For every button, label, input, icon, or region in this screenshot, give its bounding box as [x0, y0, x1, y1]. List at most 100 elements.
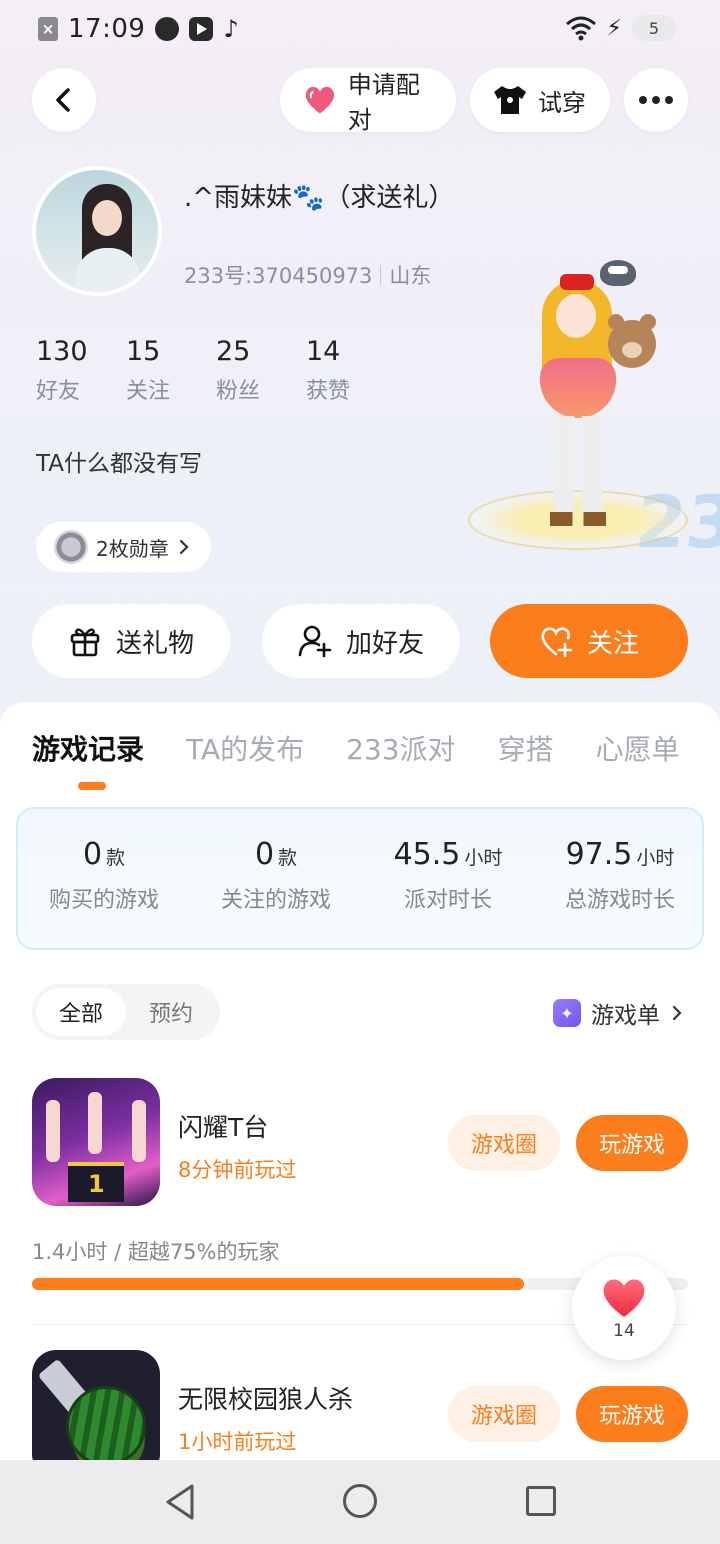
- pet-icon: [600, 260, 636, 286]
- tab-game-records[interactable]: 游戏记录: [32, 728, 144, 768]
- send-gift-button[interactable]: 送礼物: [32, 604, 230, 678]
- tab-outfits[interactable]: 穿搭: [498, 728, 554, 768]
- nav-back-icon[interactable]: [162, 1482, 202, 1522]
- bio: TA什么都没有写: [36, 451, 202, 477]
- avatar[interactable]: [32, 166, 162, 296]
- add-friend-label: 加好友: [345, 628, 424, 659]
- stat-following[interactable]: 15 关注: [126, 336, 216, 405]
- bear-icon: [608, 314, 656, 368]
- summary-unit: 小时: [464, 847, 503, 869]
- status-time: 17:09: [68, 14, 146, 44]
- summary-label: 总游戏时长: [564, 888, 675, 913]
- more-dots-icon: [639, 96, 673, 104]
- medals-label: 2枚勋章: [96, 536, 169, 561]
- play-game-button[interactable]: 玩游戏: [576, 1115, 688, 1171]
- summary-label: 关注的游戏: [220, 888, 331, 913]
- like-button[interactable]: 14: [572, 1256, 676, 1360]
- stat-label: 获赞: [306, 379, 351, 404]
- heart-plus-icon: [541, 627, 573, 658]
- video-app-icon: [189, 17, 214, 41]
- pair-request-button[interactable]: 申请配对: [280, 68, 456, 134]
- game-circle-button[interactable]: 游戏圈: [448, 1386, 560, 1442]
- add-user-icon: [298, 625, 332, 658]
- stat-value: 130: [36, 336, 88, 367]
- back-button[interactable]: [32, 68, 96, 132]
- notification-icon: ×: [38, 17, 58, 41]
- game-name[interactable]: 无限校园狼人杀: [178, 1380, 353, 1416]
- charging-icon: ⚡: [606, 15, 622, 41]
- chevron-left-icon: [56, 88, 70, 112]
- summary-unit: 款: [278, 847, 298, 869]
- location: 山东: [389, 264, 432, 288]
- sparkle-icon: ✦: [553, 999, 581, 1027]
- active-tab-indicator: [78, 782, 106, 790]
- nickname: .^雨妹妹🐾（求送礼）: [184, 183, 455, 213]
- nav-recent-icon[interactable]: [526, 1486, 556, 1516]
- game-list-label: 游戏单: [591, 1003, 660, 1029]
- progress-fill: [32, 1278, 524, 1290]
- profile-stats: 130 好友 15 关注 25 粉丝 14 获赞: [36, 336, 396, 405]
- game-list-link[interactable]: ✦ 游戏单: [553, 996, 684, 1030]
- game-last-played: 1小时前玩过: [178, 1430, 297, 1454]
- summary-label: 购买的游戏: [48, 888, 159, 913]
- summary-unit: 款: [106, 847, 126, 869]
- game-last-played: 8分钟前玩过: [178, 1158, 297, 1182]
- summary-value: 0: [82, 837, 103, 872]
- summary-label: 派对时长: [403, 888, 492, 913]
- user-id-row: 233号:370450973 山东: [184, 260, 431, 290]
- chevron-right-icon: [179, 539, 189, 555]
- follow-label: 关注: [586, 628, 639, 659]
- stat-label: 关注: [126, 379, 171, 404]
- like-count: 14: [613, 1321, 635, 1341]
- stat-value: 15: [126, 336, 161, 367]
- user-id: 233号:370450973: [184, 264, 373, 288]
- divider: [380, 265, 382, 285]
- more-button[interactable]: [624, 68, 688, 132]
- summary-value: 45.5: [393, 837, 461, 872]
- stat-friends[interactable]: 130 好友: [36, 336, 126, 405]
- tshirt-icon: [494, 86, 526, 114]
- follow-button[interactable]: 关注: [490, 604, 688, 678]
- try-on-label: 试穿: [538, 88, 586, 117]
- summary-unit: 小时: [636, 847, 675, 869]
- tab-posts[interactable]: TA的发布: [186, 728, 304, 768]
- medal-icon: [54, 530, 88, 564]
- game-icon[interactable]: 1: [32, 1078, 160, 1206]
- pair-request-label: 申请配对: [347, 71, 420, 134]
- add-friend-button[interactable]: 加好友: [262, 604, 460, 678]
- summary-value: 0: [254, 837, 275, 872]
- stat-value: 25: [216, 336, 251, 367]
- game-summary-card: 0款 购买的游戏 0款 关注的游戏 45.5 小时 派对时长 97.5 小时 总游戏…: [16, 807, 704, 950]
- heart-icon: [305, 86, 335, 114]
- avatar-character[interactable]: 233: [460, 250, 720, 580]
- try-on-button[interactable]: 试穿: [470, 68, 610, 132]
- stat-value: 14: [306, 336, 341, 367]
- system-nav-bar: [0, 1460, 720, 1544]
- medals-button[interactable]: 2枚勋章: [36, 522, 211, 572]
- game-name[interactable]: 闪耀T台: [178, 1108, 268, 1144]
- stat-likes[interactable]: 14 获赞: [306, 336, 396, 405]
- filter-reserve[interactable]: 预约: [126, 988, 216, 1036]
- heart-icon: [603, 1279, 645, 1317]
- wifi-icon: [565, 16, 596, 41]
- chevron-right-icon: [672, 1005, 682, 1021]
- status-bar: × 17:09 ♪ ⚡ 5: [0, 0, 720, 56]
- nav-home-icon[interactable]: [343, 1484, 377, 1518]
- battery-indicator: 5: [632, 15, 676, 41]
- tiktok-icon: ♪: [223, 15, 239, 43]
- game-circle-button[interactable]: 游戏圈: [448, 1115, 560, 1171]
- play-game-button[interactable]: 玩游戏: [576, 1386, 688, 1442]
- summary-purchased[interactable]: 0款 购买的游戏: [18, 837, 190, 914]
- tab-233-party[interactable]: 233派对: [346, 728, 455, 768]
- summary-party-time[interactable]: 45.5 小时 派对时长: [362, 837, 534, 914]
- filter-all[interactable]: 全部: [36, 988, 126, 1036]
- tab-wishlist[interactable]: 心愿单: [596, 728, 680, 768]
- stat-fans[interactable]: 25 粉丝: [216, 336, 306, 405]
- send-gift-label: 送礼物: [115, 628, 194, 659]
- app-notification-icon: [155, 17, 180, 41]
- summary-followed[interactable]: 0款 关注的游戏: [190, 837, 362, 914]
- game-icon[interactable]: [32, 1350, 160, 1478]
- summary-total-time[interactable]: 97.5 小时 总游戏时长: [534, 837, 706, 914]
- play-time-rank: 1.4小时 / 超越75%的玩家: [32, 1240, 280, 1264]
- gift-icon: [70, 628, 100, 657]
